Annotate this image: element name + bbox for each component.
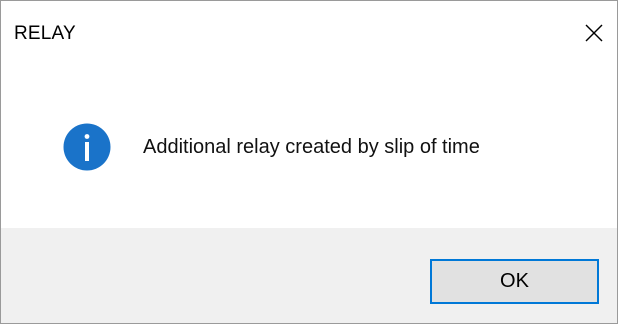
message-dialog: RELAY Additional relay created by slip o… (0, 0, 618, 324)
ok-button[interactable]: OK (430, 259, 599, 304)
button-bar: OK (1, 228, 617, 323)
close-button[interactable] (571, 1, 617, 65)
title-bar: RELAY (1, 1, 617, 65)
dialog-title: RELAY (14, 23, 76, 44)
dialog-message: Additional relay created by slip of time (143, 136, 480, 158)
close-icon (585, 24, 603, 42)
dialog-body: Additional relay created by slip of time (1, 65, 617, 228)
info-icon (63, 123, 111, 171)
